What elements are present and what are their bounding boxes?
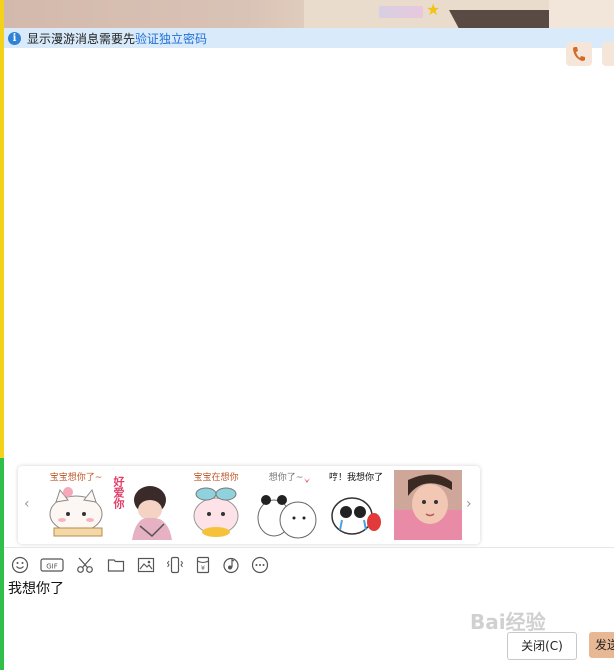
sticker-caption: 好爱你 [112,476,125,509]
chevron-left-icon[interactable]: ‹ [24,496,30,512]
sticker-caption: 想你了~ [268,473,304,483]
emoji-icon[interactable] [11,556,29,574]
left-accent-bar-top [0,0,4,458]
sticker-item[interactable]: 好爱你 [112,470,180,540]
sticker-item[interactable]: 想你了~ [252,470,320,540]
sticker-caption: 宝宝想你了~ [49,473,103,483]
sticker-item[interactable] [394,470,462,540]
svg-text:¥: ¥ [201,564,205,572]
more-icon[interactable] [251,556,269,574]
blurred-contact-name [379,6,423,18]
send-button[interactable]: 发送 [589,632,614,658]
verify-password-link[interactable]: 验证独立密码 [135,30,207,47]
folder-icon[interactable] [107,556,125,574]
close-button[interactable]: 关闭(C) [507,632,577,660]
header-background-art [549,0,614,28]
svg-text:GIF: GIF [46,563,58,571]
vibrate-icon[interactable] [166,556,184,574]
music-icon[interactable] [222,556,240,574]
sticker-caption: 宝宝在想你 [193,473,239,483]
sticker-item[interactable]: 宝宝在想你 [182,470,250,540]
sticker-girl-photo [394,470,462,540]
watermark: Bai经验 [470,610,546,634]
notice-text: 显示漫游消息需要先 [27,31,136,46]
chevron-right-icon[interactable]: › [466,496,472,512]
video-call-button[interactable] [602,42,614,66]
message-input[interactable]: 我想你了 [8,578,64,598]
scissors-icon[interactable] [76,556,94,574]
star-icon: ★ [426,0,441,19]
phone-icon [573,47,585,61]
sticker-item[interactable]: 宝宝想你了~ [42,470,110,540]
red-packet-icon[interactable]: ¥ [194,556,212,574]
sticker-item[interactable]: 哼！我想你了 [322,470,390,540]
info-icon: i [8,31,21,45]
roaming-notice-bar: i 显示漫游消息需要先 验证独立密码 [4,28,614,48]
gif-icon[interactable]: GIF [40,556,64,574]
chat-header-banner: ★ [4,0,614,28]
sticker-caption: 哼！我想你了 [328,473,383,483]
voice-call-button[interactable] [566,42,592,66]
image-icon[interactable] [137,556,155,574]
sticker-suggestion-panel: ‹ 宝宝想你了~ 好爱你 宝宝在想你 想你了~ 哼！我想你了 › [18,466,480,544]
input-toolbar: GIF ¥ [4,547,614,580]
